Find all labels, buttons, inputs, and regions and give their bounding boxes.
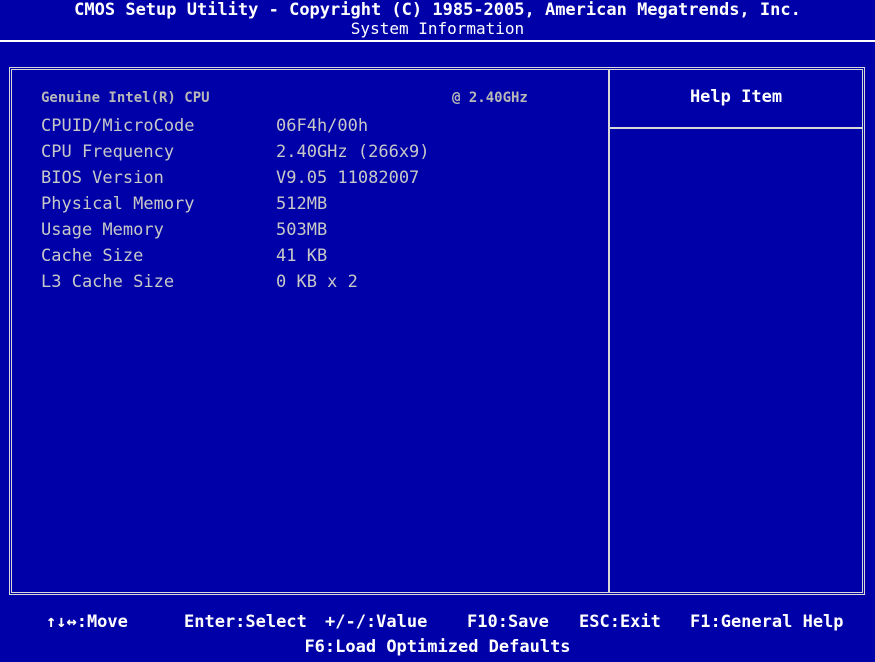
info-label: L3 Cache Size <box>41 272 175 292</box>
cpu-speed: @ 2.40GHz <box>452 90 528 106</box>
key-general-help: F1:General Help <box>690 612 844 632</box>
bios-screen: CMOS Setup Utility - Copyright (C) 1985-… <box>0 0 875 662</box>
key-legend: ↑↓↔:Move Enter:Select +/-/:Value F10:Sav… <box>0 610 875 634</box>
info-label: Usage Memory <box>41 220 164 240</box>
help-title: Help Item <box>689 87 783 107</box>
info-row-physical-memory[interactable]: Physical Memory 512MB <box>41 192 581 216</box>
key-exit: ESC:Exit <box>579 612 661 632</box>
main-frame: Genuine Intel(R) CPU @ 2.40GHz CPUID/Mic… <box>9 67 865 595</box>
cpu-name: Genuine Intel(R) CPU <box>41 90 210 106</box>
info-value: 0 KB x 2 <box>276 272 358 292</box>
info-value: 503MB <box>276 220 328 240</box>
info-value: 2.40GHz (266x9) <box>276 142 430 162</box>
key-move: ↑↓↔:Move <box>46 612 128 632</box>
info-value: 512MB <box>276 194 328 214</box>
info-row-bios-version[interactable]: BIOS Version V9.05 11082007 <box>41 166 581 190</box>
info-label: CPU Frequency <box>41 142 175 162</box>
key-save: F10:Save <box>467 612 549 632</box>
title-divider <box>0 40 875 42</box>
info-value: V9.05 11082007 <box>276 168 420 188</box>
help-panel: Help Item <box>610 70 862 592</box>
key-value: +/-/:Value <box>325 612 428 632</box>
app-title: CMOS Setup Utility - Copyright (C) 1985-… <box>74 0 801 20</box>
info-row-cpu-frequency[interactable]: CPU Frequency 2.40GHz (266x9) <box>41 140 581 164</box>
info-row-usage-memory[interactable]: Usage Memory 503MB <box>41 218 581 242</box>
info-row-l3-cache-size[interactable]: L3 Cache Size 0 KB x 2 <box>41 270 581 294</box>
info-value: 06F4h/00h <box>276 116 369 136</box>
title-bar: CMOS Setup Utility - Copyright (C) 1985-… <box>0 0 875 38</box>
info-label: Cache Size <box>41 246 144 266</box>
info-label: CPUID/MicroCode <box>41 116 195 136</box>
page-title: System Information <box>350 19 525 38</box>
system-info-panel: Genuine Intel(R) CPU @ 2.40GHz CPUID/Mic… <box>12 70 608 592</box>
key-enter-select: Enter:Select <box>184 612 307 632</box>
key-load-defaults: F6:Load Optimized Defaults <box>304 637 571 657</box>
cpu-row: Genuine Intel(R) CPU @ 2.40GHz <box>41 90 581 108</box>
info-label: Physical Memory <box>41 194 195 214</box>
help-divider <box>610 127 862 129</box>
info-value: 41 KB <box>276 246 328 266</box>
info-label: BIOS Version <box>41 168 164 188</box>
info-row-cpuid[interactable]: CPUID/MicroCode 06F4h/00h <box>41 114 581 138</box>
info-row-cache-size[interactable]: Cache Size 41 KB <box>41 244 581 268</box>
